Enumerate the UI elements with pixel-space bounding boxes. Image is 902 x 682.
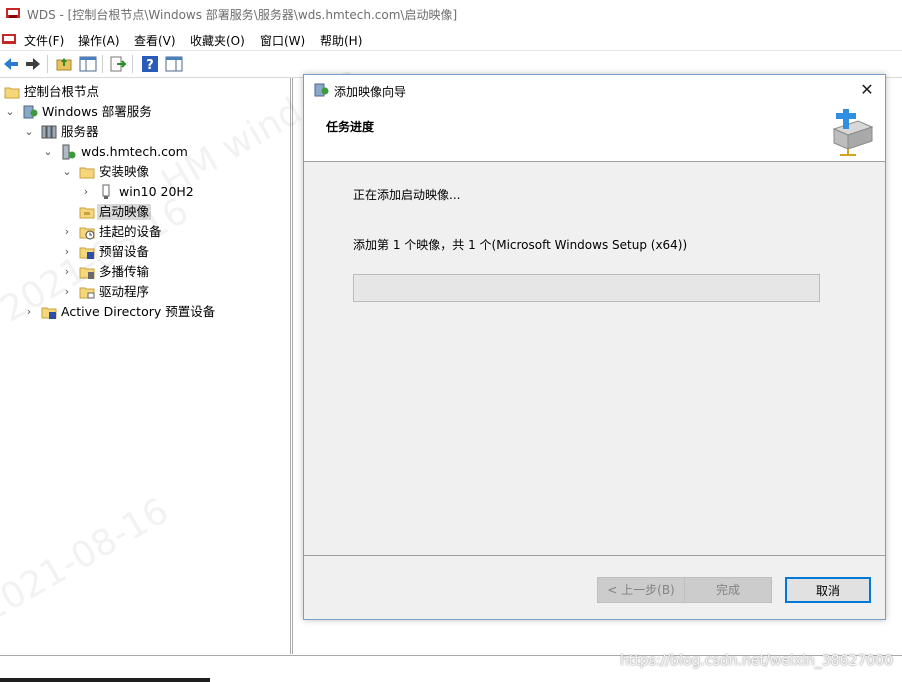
image-group-icon <box>102 184 110 199</box>
chevron-right-icon[interactable]: › <box>61 264 73 280</box>
tree-item-label: Active Directory 预置设备 <box>61 304 216 319</box>
back-icon[interactable] <box>2 55 20 73</box>
forward-icon[interactable] <box>24 55 42 73</box>
toolbar-separator <box>102 55 103 73</box>
pending-devices-icon <box>79 227 95 240</box>
chevron-down-icon[interactable]: ⌄ <box>42 144 54 160</box>
menu-bar: 文件(F) 操作(A) 查看(V) 收藏夹(O) 窗口(W) 帮助(H) <box>0 28 902 51</box>
tree-item-label: 安装映像 <box>99 164 150 179</box>
progress-detail-text: 添加第 1 个映像，共 1 个(Microsoft Windows Setup … <box>353 238 688 252</box>
help-icon[interactable]: ? <box>141 55 159 73</box>
close-icon[interactable]: ✕ <box>858 81 876 99</box>
servers-icon <box>41 125 57 139</box>
chevron-right-icon[interactable]: › <box>61 284 73 300</box>
ad-prestaged-icon <box>41 307 57 319</box>
tree-item-label: 挂起的设备 <box>99 224 162 239</box>
add-image-wizard-icon <box>832 109 874 156</box>
chevron-right-icon[interactable]: › <box>61 224 73 240</box>
tree-item-label: 控制台根节点 <box>24 84 100 99</box>
window-title: WDS - [控制台根节点\Windows 部署服务\服务器\wds.hmtec… <box>27 8 458 22</box>
dialog-title: 添加映像向导 <box>334 85 407 99</box>
wds-icon <box>23 105 38 119</box>
tree-item-label: win10 20H2 <box>119 184 194 199</box>
footer-divider <box>304 555 885 556</box>
chevron-down-icon[interactable]: ⌄ <box>4 104 16 120</box>
svg-text:?: ? <box>146 58 154 73</box>
tree-item-label: Windows 部署服务 <box>42 104 152 119</box>
chevron-right-icon[interactable]: › <box>61 244 73 260</box>
drivers-icon <box>79 287 95 299</box>
chevron-right-icon[interactable]: › <box>80 184 92 200</box>
add-image-wizard-dialog: 添加映像向导 ✕ 任务进度 正在添加启动映像... 添加第 1 个映像，共 1 … <box>303 74 886 620</box>
menu-action[interactable]: 操作(A) <box>78 32 120 49</box>
multicast-icon <box>79 267 95 279</box>
menu-file[interactable]: 文件(F) <box>24 32 64 49</box>
up-folder-icon[interactable] <box>55 55 73 73</box>
window-titlebar: WDS - [控制台根节点\Windows 部署服务\服务器\wds.hmtec… <box>0 0 902 28</box>
dialog-titlebar: 添加映像向导 ✕ <box>304 75 885 105</box>
chevron-right-icon[interactable]: › <box>23 304 35 320</box>
wds-icon <box>314 83 329 97</box>
tree-item-label: 服务器 <box>61 124 99 139</box>
show-hide-tree-icon[interactable] <box>79 55 97 73</box>
tree-item-label: 驱动程序 <box>99 284 150 299</box>
menu-view[interactable]: 查看(V) <box>134 32 176 49</box>
chevron-down-icon[interactable]: ⌄ <box>23 124 35 140</box>
tree-item-label: 启动映像 <box>97 204 152 220</box>
menu-help[interactable]: 帮助(H) <box>320 32 362 49</box>
toolbar-separator <box>47 55 48 73</box>
progress-bar <box>353 274 820 302</box>
back-button[interactable]: < 上一步(B) <box>597 577 685 603</box>
system-menu-icon[interactable] <box>2 32 16 46</box>
console-tree: 控制台根节点 ⌄ Windows 部署服务 ⌄ 服务器 ⌄ wds.hmtech… <box>0 78 291 654</box>
show-action-pane-icon[interactable] <box>165 55 183 73</box>
horizontal-scrollbar[interactable] <box>0 678 210 682</box>
menu-favorites[interactable]: 收藏夹(O) <box>190 32 245 49</box>
finish-button[interactable]: 完成 <box>684 577 772 603</box>
status-text: 正在添加启动映像... <box>353 188 461 202</box>
tree-item-label: 多播传输 <box>99 264 150 279</box>
tree-item-label: 预留设备 <box>99 244 150 259</box>
server-icon <box>62 144 76 160</box>
boot-folder-icon <box>79 207 95 219</box>
folder-icon <box>4 87 20 99</box>
watermark-url: https://blog.csdn.net/weixin_38627000 <box>620 653 894 669</box>
menu-window[interactable]: 窗口(W) <box>260 32 305 49</box>
reserved-devices-icon <box>79 247 95 259</box>
wizard-step-title: 任务进度 <box>326 120 375 134</box>
chevron-down-icon[interactable]: ⌄ <box>61 164 73 180</box>
cancel-button[interactable]: 取消 <box>785 577 871 603</box>
toolbar-separator <box>132 55 133 73</box>
tree-item-label: wds.hmtech.com <box>81 144 188 159</box>
folder-icon <box>79 167 95 179</box>
wds-app-icon <box>6 8 20 18</box>
export-list-icon[interactable] <box>109 55 127 73</box>
wizard-header: 任务进度 <box>304 105 885 162</box>
